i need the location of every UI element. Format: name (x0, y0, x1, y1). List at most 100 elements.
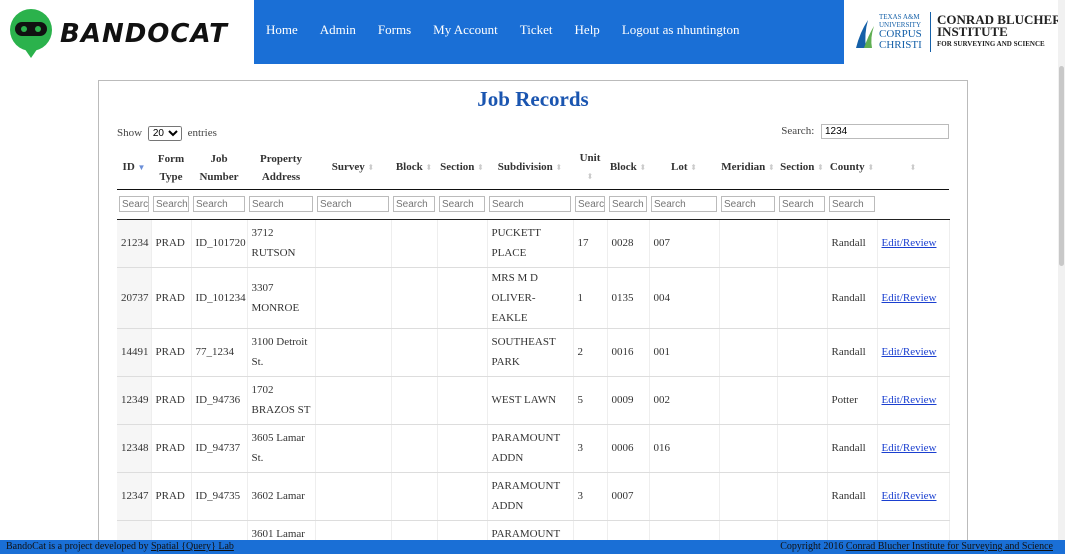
col-header-county[interactable]: County ⬍ (827, 147, 877, 190)
nav-ticket[interactable]: Ticket (520, 22, 553, 38)
nav-logout[interactable]: Logout as nhuntington (622, 22, 740, 38)
cell-survey (315, 376, 392, 425)
robot-logo-icon (10, 9, 52, 58)
col-header-survey[interactable]: Survey ⬍ (315, 147, 391, 190)
cell-county: Randall (827, 328, 878, 377)
cell-unit: 3 (573, 424, 608, 473)
col-header-block-2[interactable]: Block ⬍ (607, 147, 649, 190)
entries-select[interactable]: 20 (147, 126, 182, 141)
col-header-job-number-label: Job Number (199, 152, 239, 183)
filter-job-number-input[interactable] (193, 196, 245, 212)
filter-id-input[interactable] (119, 196, 149, 212)
footer-lab-link[interactable]: Spatial {Query} Lab (151, 541, 234, 552)
filter-meridian-input[interactable] (721, 196, 775, 212)
nav-admin[interactable]: Admin (320, 22, 356, 38)
col-header-county-label: County (829, 161, 865, 174)
edit-review-link[interactable]: Edit/Review (882, 237, 937, 249)
cell-subdivision: PARAMOUNT ADDN (487, 472, 574, 521)
filter-form-type-input[interactable] (153, 196, 189, 212)
col-header-property-address[interactable]: Property Address (247, 147, 315, 190)
cell-block (391, 424, 438, 473)
table-row[interactable]: 12349 PRAD ID_94736 1702 BRAZOS ST WEST LAWN… (117, 376, 950, 425)
cell-meridian (719, 267, 778, 329)
col-header-id[interactable]: ID ▼ (117, 147, 151, 190)
edit-review-link[interactable]: Edit/Review (882, 346, 937, 358)
cell-block (391, 376, 438, 425)
nav-home[interactable]: Home (266, 22, 298, 38)
cbi-line-3: FOR SURVEYING AND SCIENCE (937, 40, 1045, 48)
bandocat-logo[interactable]: BANDOCAT (8, 8, 258, 60)
filter-lot-input[interactable] (651, 196, 717, 212)
nav-help[interactable]: Help (575, 22, 600, 38)
nav-my-account[interactable]: My Account (433, 22, 498, 38)
filter-subdivision-input[interactable] (489, 196, 571, 212)
filter-unit-input[interactable] (575, 196, 605, 212)
table-row[interactable]: 12348 PRAD ID_94737 3605 Lamar St. PARAMOUNT… (117, 424, 950, 473)
col-header-job-number[interactable]: Job Number (191, 147, 247, 190)
footer-copyright-text: Copyright 2016 (780, 541, 846, 552)
cell-form-type: PRAD (151, 472, 192, 521)
cell-form-type: PRAD (151, 219, 192, 268)
cell-job-number: ID_94737 (191, 424, 248, 473)
col-header-action[interactable]: ⬍ (877, 147, 949, 190)
table-row[interactable]: 14491 PRAD 77_1234 3100 Detroit St. SOUTHEAS… (117, 328, 950, 377)
cell-action: Edit/Review (877, 267, 950, 329)
cell-meridian (719, 376, 778, 425)
partner-logos: TEXAS A&M UNIVERSITY CORPUS CHRISTI CONR… (846, 0, 1065, 64)
sort-icon: ⬍ (690, 163, 697, 173)
cell-subdivision: MRS M D OLIVER-EAKLE (487, 267, 574, 329)
col-header-subdivision[interactable]: Subdivision ⬍ (487, 147, 573, 190)
cell-job-number: ID_101234 (191, 267, 248, 329)
footer-left-text: BandoCat is a project developed by (6, 541, 151, 552)
filter-cell (247, 189, 315, 220)
col-header-section[interactable]: Section ⬍ (437, 147, 487, 190)
cell-action: Edit/Review (877, 472, 950, 521)
cell-lot: 007 (649, 219, 720, 268)
nav-forms[interactable]: Forms (378, 22, 411, 38)
filter-block-2-input[interactable] (609, 196, 647, 212)
col-header-block[interactable]: Block ⬍ (391, 147, 437, 190)
cell-block-2: 0006 (607, 424, 650, 473)
col-header-meridian[interactable]: Meridian ⬍ (719, 147, 777, 190)
page-scrollbar[interactable] (1058, 0, 1065, 540)
cell-unit: 2 (573, 328, 608, 377)
filter-survey-input[interactable] (317, 196, 389, 212)
filter-county-input[interactable] (829, 196, 875, 212)
col-header-property-address-label: Property Address (260, 152, 302, 183)
edit-review-link[interactable]: Edit/Review (882, 394, 937, 406)
search-input[interactable] (821, 124, 949, 139)
filter-block-input[interactable] (393, 196, 435, 212)
table-row[interactable]: 21234 PRAD ID_101720 3712 RUTSON PUCKETT PLA… (117, 219, 950, 268)
cell-form-type: PRAD (151, 328, 192, 377)
filter-section-input[interactable] (439, 196, 485, 212)
cell-survey (315, 424, 392, 473)
table-row[interactable]: 20737 PRAD ID_101234 3307 MONROE MRS M D OLI… (117, 267, 950, 329)
cell-meridian (719, 472, 778, 521)
col-header-unit[interactable]: Unit ⬍ (573, 147, 607, 190)
scrollbar-thumb[interactable] (1059, 66, 1064, 266)
cell-meridian (719, 424, 778, 473)
filter-property-address-input[interactable] (249, 196, 313, 212)
edit-review-link[interactable]: Edit/Review (882, 442, 937, 454)
logo-text: BANDOCAT (60, 19, 228, 49)
cell-job-number: ID_94736 (191, 376, 248, 425)
table-row[interactable]: 12347 PRAD ID_94735 3602 Lamar PARAMOUNT ADD… (117, 472, 950, 521)
filter-cell (607, 189, 649, 220)
footer: BandoCat is a project developed by Spati… (0, 540, 1065, 554)
col-header-lot[interactable]: Lot ⬍ (649, 147, 719, 190)
cell-form-type: PRAD (151, 267, 192, 329)
cell-action: Edit/Review (877, 219, 950, 268)
col-header-form-type[interactable]: Form Type (151, 147, 191, 190)
job-records-table: ID ▼ Form Type Job Number Property Addre… (117, 147, 950, 554)
footer-institute-link[interactable]: Conrad Blucher Institute for Surveying a… (846, 541, 1053, 552)
edit-review-link[interactable]: Edit/Review (882, 490, 937, 502)
filter-section-2-input[interactable] (779, 196, 825, 212)
edit-review-link[interactable]: Edit/Review (882, 292, 937, 304)
cell-section-2 (777, 219, 828, 268)
cell-section (437, 328, 488, 377)
sort-icon: ⬍ (768, 163, 775, 173)
cell-county: Randall (827, 472, 878, 521)
tamucc-logo: TEXAS A&M UNIVERSITY CORPUS CHRISTI (854, 13, 924, 51)
cell-section (437, 424, 488, 473)
col-header-section-2[interactable]: Section ⬍ (777, 147, 827, 190)
